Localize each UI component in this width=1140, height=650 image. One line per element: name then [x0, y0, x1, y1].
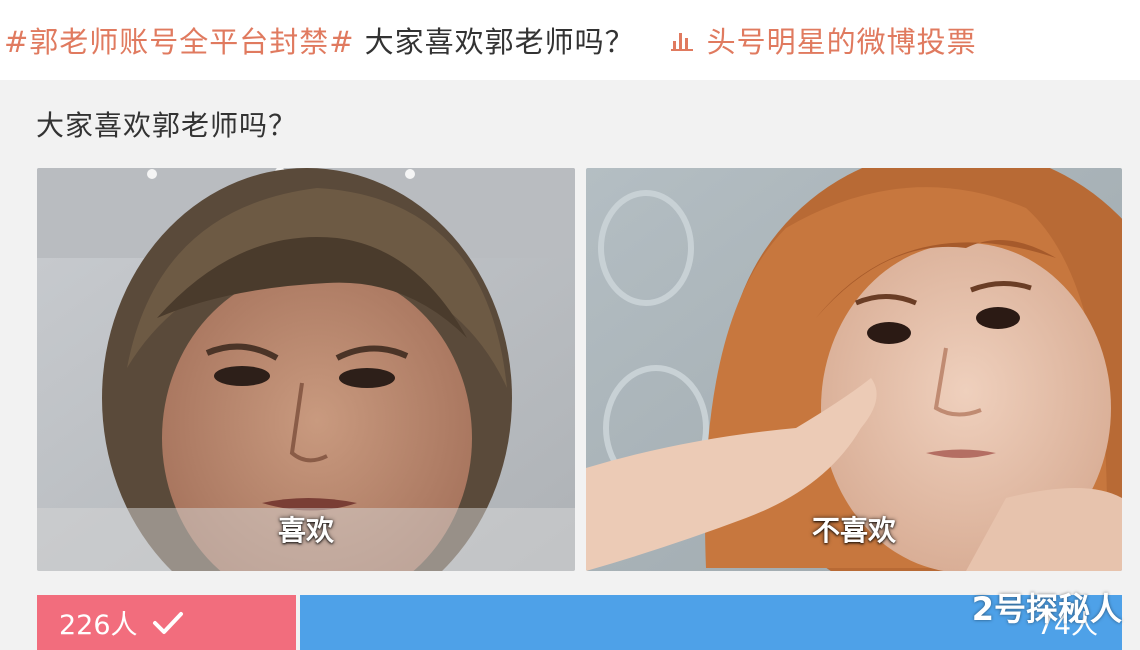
poll-question: 大家喜欢郭老师吗？ [36, 109, 298, 142]
top-bar: #郭老师账号全平台封禁# 大家喜欢郭老师吗？ 头号明星的微博投票 [0, 0, 1140, 80]
option-label-dislike: 不喜欢 [811, 514, 896, 547]
rank-text: 头号明星的微博投票 [706, 25, 977, 59]
poll-card: 大家喜欢郭老师吗？ 喜欢 不喜欢 226人 74人 [0, 80, 1140, 650]
option-label-like: 喜欢 [277, 514, 334, 547]
rank-link[interactable]: 头号明星的微博投票 [670, 19, 977, 61]
bar-chart-icon [670, 33, 693, 51]
checkmark-icon [152, 611, 183, 634]
like-count: 226人 [59, 610, 138, 641]
hashtag-link[interactable]: #郭老师账号全平台封禁# [4, 19, 355, 61]
topic-title: 大家喜欢郭老师吗？ [364, 25, 635, 59]
poll-option-like[interactable]: 喜欢 [37, 168, 575, 571]
result-bar-like[interactable]: 226人 [37, 595, 296, 650]
poll-option-dislike[interactable]: 不喜欢 [586, 168, 1122, 571]
watermark-text: 2号探秘人 [971, 590, 1122, 628]
